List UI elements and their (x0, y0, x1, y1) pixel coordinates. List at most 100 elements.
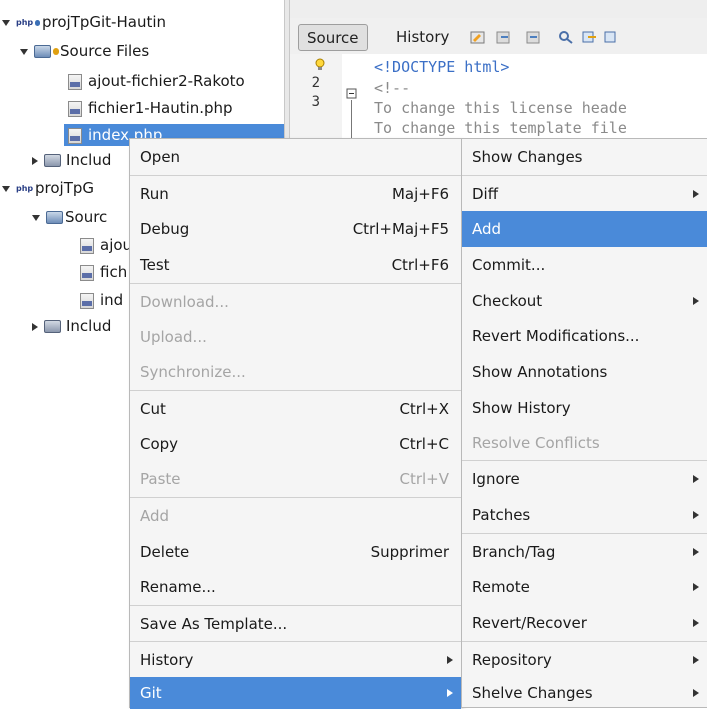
tree-file-4[interactable]: fich (80, 261, 127, 283)
tab-history[interactable]: History (396, 24, 449, 50)
git-show-changes[interactable]: Show Changes (462, 139, 707, 175)
git-resolve-conflicts: Resolve Conflicts (472, 434, 600, 452)
tree-node-source-files-2[interactable]: Sourc (32, 206, 107, 228)
tree-node-include-1[interactable]: Includ (32, 149, 111, 171)
source-folder-icon (34, 45, 51, 58)
collapse-arrow-icon[interactable] (32, 156, 38, 165)
line-number: 3 (311, 94, 320, 110)
menu-item-copy[interactable]: Copy Ctrl+C (130, 426, 461, 462)
menu-item-debug[interactable]: Debug Ctrl+Maj+F5 (130, 211, 461, 247)
collapse-arrow-icon[interactable] (32, 322, 38, 331)
code-editor: Source History 2 3 <!DOCTYPE html> <!-- … (290, 0, 707, 145)
git-add[interactable]: Add (462, 211, 707, 247)
git-patches[interactable]: Patches (462, 497, 707, 533)
git-repository[interactable]: Repository (462, 642, 707, 678)
menu-item-run[interactable]: Run Maj+F6 (130, 176, 461, 212)
file-label: ajout-fichier2-Rakoto (88, 72, 245, 90)
project-label: projTpGit-Hautin (42, 13, 167, 31)
context-menu: Open Run Maj+F6 Debug Ctrl+Maj+F5 Test Ctrl… (129, 138, 462, 709)
code-line: To change this template file (374, 119, 627, 137)
submenu-arrow-icon (447, 689, 453, 697)
menu-item-history[interactable]: History (130, 642, 461, 678)
php-file-icon (80, 292, 94, 309)
lightbulb-hint-icon[interactable] (314, 58, 326, 72)
submenu-arrow-icon (693, 583, 699, 591)
git-branch-tag[interactable]: Branch/Tag (462, 534, 707, 570)
folder-badge-icon (53, 48, 59, 55)
editor-tab-bar (290, 0, 707, 18)
tree-node-project-2[interactable]: php projTpG (2, 177, 94, 199)
menu-item-delete[interactable]: Delete Supprimer (130, 534, 461, 570)
menu-item-save-as-template[interactable]: Save As Template... (130, 606, 461, 642)
include-label: Includ (66, 151, 112, 169)
menu-item-paste: Paste Ctrl+V (140, 470, 449, 488)
submenu-arrow-icon (693, 297, 699, 305)
submenu-arrow-icon (693, 511, 699, 519)
project-badge-icon (35, 19, 40, 26)
git-checkout[interactable]: Checkout (462, 283, 707, 319)
file-label: ind (100, 291, 124, 309)
tree-node-source-files-1[interactable]: Source Files (20, 40, 149, 62)
tree-file-1[interactable]: ajout-fichier2-Rakoto (68, 70, 245, 92)
find-previous-icon[interactable] (582, 30, 598, 44)
git-submenu: Show Changes Diff Add Commit... Checkout… (461, 138, 707, 708)
menu-item-test[interactable]: Test Ctrl+F6 (130, 247, 461, 283)
git-revert-modifications[interactable]: Revert Modifications... (462, 318, 707, 354)
project-label: projTpG (35, 179, 95, 197)
expand-arrow-icon[interactable] (2, 19, 10, 26)
git-diff[interactable]: Diff (462, 176, 707, 212)
php-project-icon: php (16, 183, 34, 193)
submenu-arrow-icon (447, 656, 453, 664)
menu-item-open[interactable]: Open (130, 139, 461, 175)
code-line: <!-- (374, 79, 411, 97)
menu-item-add: Add (140, 507, 170, 525)
back-icon[interactable] (496, 30, 512, 44)
fold-collapse-icon[interactable] (346, 88, 358, 100)
expand-arrow-icon[interactable] (2, 185, 10, 192)
tree-node-include-2[interactable]: Includ (32, 315, 111, 337)
tab-source[interactable]: Source (298, 24, 368, 51)
git-commit[interactable]: Commit... (462, 247, 707, 283)
php-file-icon (80, 264, 94, 281)
php-file-icon (80, 237, 94, 254)
git-show-history[interactable]: Show History (462, 390, 707, 426)
menu-item-synchronize: Synchronize... (140, 363, 246, 381)
file-label: fich (100, 263, 128, 281)
file-label: fichier1-Hautin.php (88, 99, 233, 117)
source-files-label: Source Files (60, 42, 150, 60)
line-number: 2 (311, 75, 320, 91)
menu-item-git[interactable]: Git (130, 677, 461, 709)
tree-node-project-1[interactable]: php projTpGit-Hautin (2, 11, 166, 33)
php-file-icon (68, 127, 82, 144)
git-remote[interactable]: Remote (462, 569, 707, 605)
git-show-annotations[interactable]: Show Annotations (462, 354, 707, 390)
expand-arrow-icon[interactable] (20, 48, 28, 55)
last-edit-icon[interactable] (470, 30, 486, 44)
submenu-arrow-icon (693, 548, 699, 556)
find-next-icon[interactable] (604, 30, 620, 44)
search-icon[interactable] (558, 30, 574, 44)
menu-item-cut[interactable]: Cut Ctrl+X (130, 391, 461, 427)
expand-arrow-icon[interactable] (32, 214, 40, 221)
tree-file-5[interactable]: ind (80, 289, 123, 311)
submenu-arrow-icon (693, 656, 699, 664)
submenu-arrow-icon (693, 619, 699, 627)
git-shelve-changes[interactable]: Shelve Changes (462, 677, 707, 709)
file-label: ajou (100, 236, 133, 254)
forward-icon[interactable] (526, 30, 542, 44)
submenu-arrow-icon (693, 190, 699, 198)
include-label: Includ (66, 317, 112, 335)
library-icon (44, 154, 61, 167)
library-icon (44, 320, 61, 333)
submenu-arrow-icon (693, 475, 699, 483)
php-file-icon (68, 73, 82, 90)
menu-item-download: Download... (140, 293, 229, 311)
tree-file-2[interactable]: fichier1-Hautin.php (68, 97, 233, 119)
git-ignore[interactable]: Ignore (462, 461, 707, 497)
php-project-icon: php (16, 17, 34, 27)
submenu-arrow-icon (693, 689, 699, 697)
menu-item-rename[interactable]: Rename... (130, 569, 461, 605)
tree-file-3[interactable]: ajou (80, 234, 132, 256)
editor-toolbar: Source History (290, 18, 707, 54)
git-revert-recover[interactable]: Revert/Recover (462, 605, 707, 641)
